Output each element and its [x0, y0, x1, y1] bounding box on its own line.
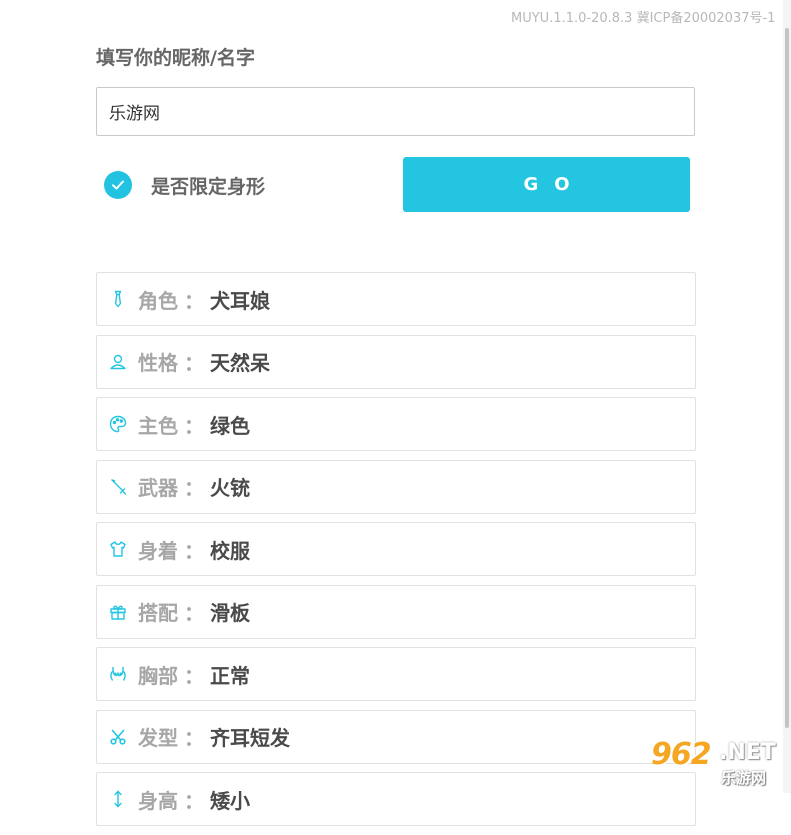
attribute-list: 角色 ： 犬耳娘 性格 ： 天然呆 主色 ： 绿色 武器 ： 火铳 身着 ： 校… [96, 272, 696, 835]
attribute-label: 胸部 [138, 663, 178, 688]
height-icon [108, 789, 128, 809]
attribute-row-role: 角色 ： 犬耳娘 [96, 272, 696, 326]
user-icon [108, 352, 128, 372]
body-shape-checkbox-label: 是否限定身形 [151, 175, 266, 198]
attribute-row-height: 身高 ： 矮小 [96, 772, 696, 826]
attribute-label: 角色 [138, 288, 178, 313]
attribute-separator: ： [184, 538, 204, 563]
attribute-label: 身高 [138, 788, 178, 813]
attribute-label: 搭配 [138, 601, 178, 625]
attribute-row-weapon: 武器 ： 火铳 [96, 459, 696, 514]
attribute-row-outfit: 身着 ： 校服 [96, 522, 696, 576]
attribute-value: 犬耳娘 [210, 288, 270, 313]
attribute-row-accessory: 搭配 ： 滑板 [96, 584, 696, 639]
attribute-separator: ： [184, 351, 204, 375]
go-button[interactable]: GO [403, 157, 690, 212]
scrollbar[interactable] [783, 0, 791, 793]
attribute-row-hairstyle: 发型 ： 齐耳短发 [96, 709, 696, 764]
name-field-label: 填写你的昵称/名字 [96, 47, 255, 69]
attribute-value: 绿色 [210, 413, 250, 438]
sword-icon [108, 477, 128, 497]
attribute-value: 滑板 [210, 601, 250, 625]
scrollbar-thumb[interactable] [785, 28, 789, 728]
attribute-value: 齐耳短发 [210, 726, 290, 750]
attribute-row-main-color: 主色 ： 绿色 [96, 397, 696, 451]
attribute-label: 性格 [138, 351, 178, 375]
scissors-icon [108, 727, 128, 747]
gift-icon [108, 602, 128, 622]
attribute-separator: ： [184, 288, 204, 313]
attribute-separator: ： [184, 726, 204, 750]
attribute-value: 正常 [210, 663, 250, 688]
site-watermark: 962 .NET 乐游网 [647, 737, 783, 789]
checkmark-icon[interactable] [104, 171, 132, 199]
attribute-row-chest: 胸部 ： 正常 [96, 647, 696, 701]
watermark-number: 962 [651, 737, 712, 772]
attribute-separator: ： [184, 663, 204, 688]
body-shape-checkbox[interactable]: 是否限定身形 [104, 170, 265, 200]
attribute-separator: ： [184, 476, 204, 500]
attribute-value: 校服 [210, 538, 250, 563]
attribute-value: 矮小 [210, 788, 250, 813]
attribute-separator: ： [184, 413, 204, 438]
attribute-separator: ： [184, 788, 204, 813]
attribute-value: 天然呆 [210, 351, 270, 375]
watermark-domain: .NET [719, 740, 776, 765]
version-info: MUYU.1.1.0-20.8.3 冀ICP备20002037号-1 [511, 11, 776, 26]
watermark-site-name: 乐游网 [721, 769, 767, 787]
name-input[interactable] [96, 87, 695, 136]
attribute-label: 发型 [138, 726, 178, 750]
palette-icon [108, 414, 128, 434]
attribute-row-personality: 性格 ： 天然呆 [96, 334, 696, 389]
shirt-icon [108, 539, 128, 559]
attribute-value: 火铳 [210, 476, 250, 500]
attribute-label: 武器 [138, 476, 178, 500]
chest-icon [108, 664, 128, 684]
attribute-label: 身着 [138, 538, 178, 563]
attribute-separator: ： [184, 601, 204, 625]
attribute-label: 主色 [138, 413, 178, 438]
tie-icon [108, 289, 128, 309]
